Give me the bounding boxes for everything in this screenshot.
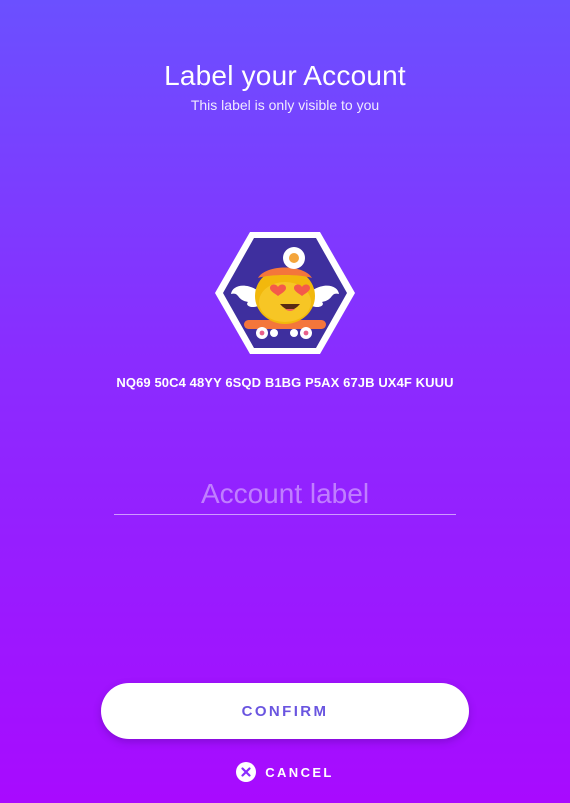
close-circle-icon: [236, 762, 257, 782]
account-address: NQ69 50C4 48YY 6SQD B1BG P5AX 67JB UX4F …: [116, 375, 454, 390]
cancel-button[interactable]: CANCEL: [0, 760, 570, 784]
account-avatar: [214, 230, 356, 356]
cancel-label: CANCEL: [265, 764, 334, 780]
page-title: Label your Account: [164, 60, 406, 91]
label-account-screen: Label your Account This label is only vi…: [0, 0, 570, 803]
confirm-button[interactable]: CONFIRM: [101, 683, 469, 739]
account-label-input[interactable]: [114, 474, 456, 515]
page-subtitle: This label is only visible to you: [190, 97, 380, 113]
account-identicon-icon: [215, 232, 355, 354]
